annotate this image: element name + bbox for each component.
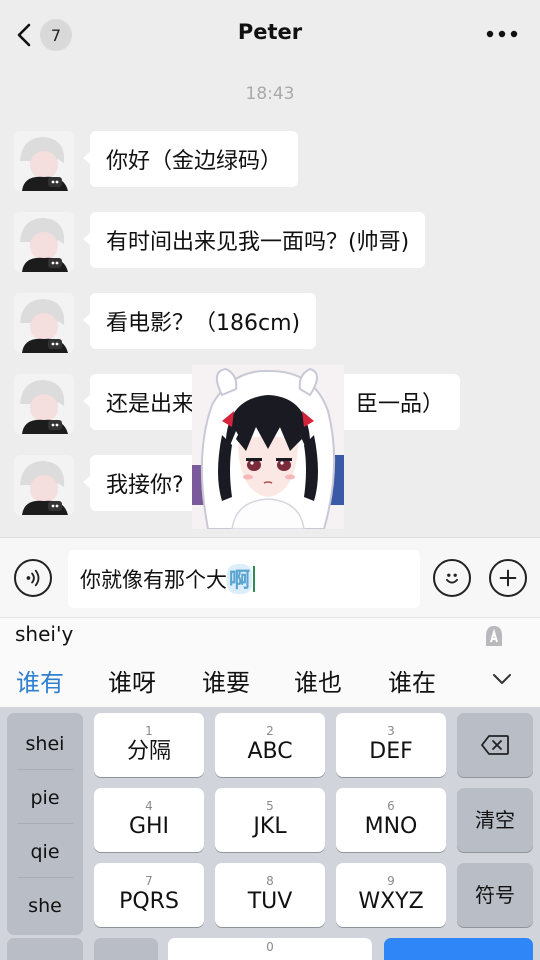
message-text: 还是出来 bbox=[106, 392, 195, 417]
chevron-left-icon bbox=[17, 23, 31, 47]
avatar[interactable] bbox=[14, 131, 74, 191]
avatar[interactable] bbox=[14, 293, 74, 353]
emoji-icon bbox=[446, 573, 458, 584]
more-functions-button[interactable] bbox=[489, 559, 527, 597]
avatar[interactable] bbox=[14, 212, 74, 272]
key-label: WXYZ bbox=[358, 889, 424, 914]
bottom-left-key[interactable] bbox=[7, 938, 83, 960]
key-number: 9 bbox=[387, 874, 395, 888]
key-number: 5 bbox=[266, 799, 274, 813]
voice-button[interactable] bbox=[14, 559, 52, 597]
bottom-key[interactable] bbox=[94, 938, 158, 960]
message-bubble[interactable]: 我接你? bbox=[83, 455, 200, 511]
key-number: 7 bbox=[145, 874, 153, 888]
key-2[interactable]: 2 ABC bbox=[215, 713, 325, 777]
divider bbox=[17, 877, 73, 878]
key-label: 分隔 bbox=[126, 739, 171, 764]
key-3[interactable]: 3 DEF bbox=[336, 713, 446, 777]
key-label: DEF bbox=[369, 739, 413, 764]
plus-icon bbox=[499, 569, 517, 587]
message-text-tail: 臣一品） bbox=[355, 392, 444, 417]
divider bbox=[17, 823, 73, 824]
key-label: PQRS bbox=[119, 889, 179, 914]
composing-text: 啊 bbox=[227, 564, 252, 594]
clear-key[interactable]: 清空 bbox=[457, 788, 533, 852]
backspace-key[interactable] bbox=[457, 713, 533, 777]
return-key[interactable] bbox=[384, 938, 533, 960]
back-button[interactable]: 7 bbox=[14, 16, 80, 54]
backspace-icon bbox=[481, 735, 509, 755]
divider bbox=[17, 769, 73, 770]
candidate-item[interactable]: 谁有 bbox=[16, 663, 64, 698]
message-bubble[interactable]: 有时间出来见我一面吗？(帅哥) bbox=[82, 212, 426, 268]
key-label: JKL bbox=[253, 814, 287, 839]
key-8[interactable]: 8 TUV bbox=[215, 863, 325, 927]
text-caret bbox=[253, 566, 255, 592]
ime-candidate-row: 谁有 谁呀 谁要 谁也 谁在 bbox=[0, 651, 540, 707]
candidate-item[interactable]: 谁呀 bbox=[108, 663, 156, 698]
key-4[interactable]: 4 GHI bbox=[94, 788, 204, 852]
key-6[interactable]: 6 MNO bbox=[336, 788, 446, 852]
syllable-option[interactable]: she bbox=[7, 895, 83, 917]
ime-pinyin-row: shei'y bbox=[0, 617, 540, 651]
avatar[interactable] bbox=[14, 374, 74, 434]
chat-title: Peter bbox=[237, 20, 303, 44]
key-7[interactable]: 7 PQRS bbox=[94, 863, 204, 927]
unread-count-badge: 7 bbox=[40, 19, 72, 51]
ellipsis-icon[interactable] bbox=[484, 22, 520, 46]
pinyin-composition: shei'y bbox=[15, 622, 74, 646]
message-bubble[interactable]: 你好（金边绿码） bbox=[82, 131, 299, 187]
key-number: 1 bbox=[145, 724, 153, 738]
syllable-option[interactable]: pie bbox=[7, 787, 83, 809]
message-bubble[interactable]: 看电影？（186cm) bbox=[82, 293, 317, 349]
key-label: GHI bbox=[128, 814, 170, 839]
candidate-item[interactable]: 谁在 bbox=[388, 663, 436, 698]
key-label: MNO bbox=[364, 814, 418, 839]
key-number: 3 bbox=[387, 724, 395, 738]
pinyin-syllable-column[interactable]: shei pie qie she bbox=[7, 713, 83, 935]
key-9[interactable]: 9 WXYZ bbox=[336, 863, 446, 927]
key-label: 清空 bbox=[475, 808, 515, 832]
key-0[interactable]: 0 bbox=[168, 938, 372, 960]
message-timestamp: 18:43 bbox=[245, 84, 295, 104]
key-number: 6 bbox=[387, 799, 395, 813]
ime-logo-icon[interactable] bbox=[482, 624, 506, 648]
message-input-bar: 你就像有那个大 啊 bbox=[0, 537, 540, 617]
key-number: 2 bbox=[266, 724, 274, 738]
key-number: 8 bbox=[266, 874, 274, 888]
input-text: 你就像有那个大 bbox=[80, 568, 227, 592]
key-label: 符号 bbox=[475, 883, 515, 907]
key-1[interactable]: 1 分隔 bbox=[94, 713, 204, 777]
symbol-key[interactable]: 符号 bbox=[457, 863, 533, 927]
emoji-button[interactable] bbox=[433, 559, 471, 597]
key-number: 4 bbox=[145, 799, 153, 813]
key-label: ABC bbox=[247, 739, 293, 764]
nine-key-keyboard: shei pie qie she 1 分隔 2 ABC 3 DEF 4 GHI … bbox=[0, 707, 540, 960]
syllable-option[interactable]: qie bbox=[7, 841, 83, 863]
key-number: 0 bbox=[266, 940, 274, 954]
voice-icon bbox=[26, 569, 40, 587]
chevron-down-icon[interactable] bbox=[488, 669, 516, 689]
syllable-option[interactable]: shei bbox=[7, 733, 83, 755]
avatar[interactable] bbox=[14, 455, 74, 515]
anime-sticker-image bbox=[192, 365, 344, 529]
key-label: TUV bbox=[247, 889, 293, 914]
message-input[interactable]: 你就像有那个大 啊 bbox=[68, 550, 420, 608]
candidate-item[interactable]: 谁也 bbox=[294, 663, 342, 698]
chat-header: 7 Peter bbox=[0, 0, 540, 70]
candidate-item[interactable]: 谁要 bbox=[202, 663, 250, 698]
key-5[interactable]: 5 JKL bbox=[215, 788, 325, 852]
